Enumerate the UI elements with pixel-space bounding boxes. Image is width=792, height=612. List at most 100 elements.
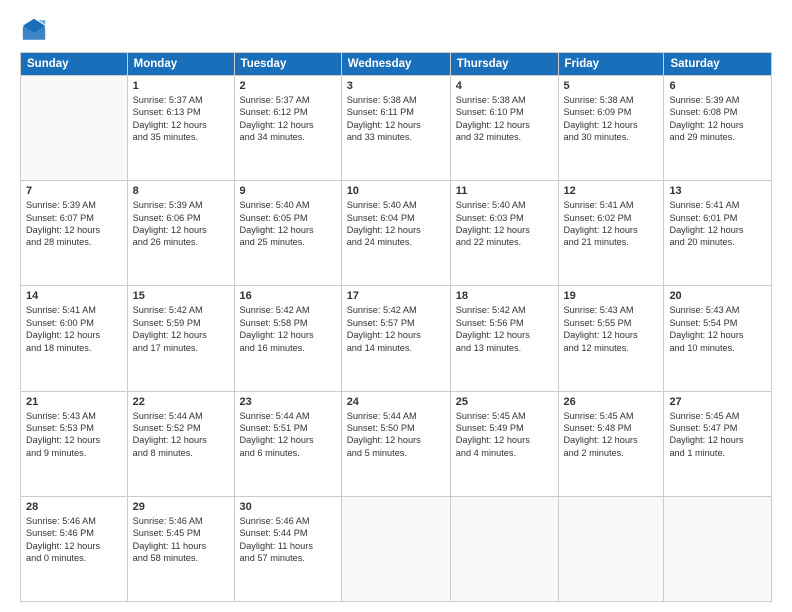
- cell-info: Sunset: 6:11 PM: [347, 106, 445, 118]
- day-number: 24: [347, 396, 445, 408]
- cell-info: Sunset: 6:00 PM: [26, 317, 122, 329]
- cell-info: Daylight: 11 hours: [133, 540, 229, 552]
- cell-info: Sunset: 6:04 PM: [347, 212, 445, 224]
- col-header-saturday: Saturday: [664, 53, 772, 76]
- cell-info: Sunset: 5:53 PM: [26, 422, 122, 434]
- day-number: 25: [456, 396, 553, 408]
- cell-info: and 5 minutes.: [347, 447, 445, 459]
- cell-info: and 24 minutes.: [347, 236, 445, 248]
- cell-info: Daylight: 12 hours: [456, 224, 553, 236]
- logo: [20, 16, 52, 44]
- logo-icon: [20, 16, 48, 44]
- cell-info: Daylight: 12 hours: [669, 329, 766, 341]
- day-number: 16: [240, 290, 336, 302]
- calendar-cell: [21, 76, 128, 181]
- cell-info: and 8 minutes.: [133, 447, 229, 459]
- cell-info: Sunset: 5:51 PM: [240, 422, 336, 434]
- day-number: 19: [564, 290, 659, 302]
- cell-info: Daylight: 12 hours: [133, 329, 229, 341]
- calendar-cell: 5Sunrise: 5:38 AMSunset: 6:09 PMDaylight…: [558, 76, 664, 181]
- cell-info: Sunrise: 5:44 AM: [240, 410, 336, 422]
- cell-info: Sunset: 5:45 PM: [133, 527, 229, 539]
- cell-info: and 0 minutes.: [26, 552, 122, 564]
- cell-info: Daylight: 12 hours: [133, 434, 229, 446]
- calendar-cell: 22Sunrise: 5:44 AMSunset: 5:52 PMDayligh…: [127, 391, 234, 496]
- day-number: 30: [240, 501, 336, 513]
- cell-info: Daylight: 12 hours: [26, 224, 122, 236]
- cell-info: and 57 minutes.: [240, 552, 336, 564]
- cell-info: Sunset: 5:50 PM: [347, 422, 445, 434]
- cell-info: Sunrise: 5:43 AM: [26, 410, 122, 422]
- cell-info: and 34 minutes.: [240, 131, 336, 143]
- cell-info: Sunrise: 5:39 AM: [26, 199, 122, 211]
- cell-info: and 14 minutes.: [347, 342, 445, 354]
- day-number: 3: [347, 80, 445, 92]
- week-row-3: 14Sunrise: 5:41 AMSunset: 6:00 PMDayligh…: [21, 286, 772, 391]
- calendar-cell: 8Sunrise: 5:39 AMSunset: 6:06 PMDaylight…: [127, 181, 234, 286]
- cell-info: Daylight: 12 hours: [347, 434, 445, 446]
- cell-info: Daylight: 12 hours: [347, 329, 445, 341]
- calendar-cell: 12Sunrise: 5:41 AMSunset: 6:02 PMDayligh…: [558, 181, 664, 286]
- cell-info: and 6 minutes.: [240, 447, 336, 459]
- day-number: 10: [347, 185, 445, 197]
- cell-info: and 33 minutes.: [347, 131, 445, 143]
- calendar-table: SundayMondayTuesdayWednesdayThursdayFrid…: [20, 52, 772, 602]
- day-number: 21: [26, 396, 122, 408]
- cell-info: Daylight: 12 hours: [564, 434, 659, 446]
- cell-info: Daylight: 11 hours: [240, 540, 336, 552]
- day-number: 13: [669, 185, 766, 197]
- cell-info: and 28 minutes.: [26, 236, 122, 248]
- day-number: 26: [564, 396, 659, 408]
- cell-info: Sunrise: 5:44 AM: [347, 410, 445, 422]
- calendar-cell: 13Sunrise: 5:41 AMSunset: 6:01 PMDayligh…: [664, 181, 772, 286]
- cell-info: Daylight: 12 hours: [240, 329, 336, 341]
- col-header-tuesday: Tuesday: [234, 53, 341, 76]
- cell-info: Daylight: 12 hours: [456, 434, 553, 446]
- cell-info: Sunset: 5:57 PM: [347, 317, 445, 329]
- calendar-cell: [450, 496, 558, 601]
- cell-info: Daylight: 12 hours: [347, 119, 445, 131]
- day-number: 4: [456, 80, 553, 92]
- cell-info: Sunrise: 5:38 AM: [456, 94, 553, 106]
- cell-info: Sunrise: 5:43 AM: [669, 304, 766, 316]
- cell-info: Sunrise: 5:42 AM: [347, 304, 445, 316]
- day-number: 8: [133, 185, 229, 197]
- calendar-cell: [664, 496, 772, 601]
- col-header-friday: Friday: [558, 53, 664, 76]
- cell-info: and 9 minutes.: [26, 447, 122, 459]
- calendar-cell: 17Sunrise: 5:42 AMSunset: 5:57 PMDayligh…: [341, 286, 450, 391]
- cell-info: Sunrise: 5:39 AM: [669, 94, 766, 106]
- calendar-cell: 24 Sunrise: 5:44 AMSunset: 5:50 PMDayligh…: [341, 391, 450, 496]
- cell-info: Sunrise: 5:41 AM: [564, 199, 659, 211]
- col-header-wednesday: Wednesday: [341, 53, 450, 76]
- cell-info: Sunset: 6:13 PM: [133, 106, 229, 118]
- cell-info: Sunset: 6:01 PM: [669, 212, 766, 224]
- cell-info: Daylight: 12 hours: [669, 119, 766, 131]
- cell-info: Sunrise: 5:43 AM: [564, 304, 659, 316]
- cell-info: Sunset: 6:05 PM: [240, 212, 336, 224]
- cell-info: Daylight: 12 hours: [564, 329, 659, 341]
- calendar-cell: 18Sunrise: 5:42 AMSunset: 5:56 PMDayligh…: [450, 286, 558, 391]
- week-row-5: 28Sunrise: 5:46 AMSunset: 5:46 PMDayligh…: [21, 496, 772, 601]
- cell-info: and 22 minutes.: [456, 236, 553, 248]
- calendar-cell: 3Sunrise: 5:38 AMSunset: 6:11 PMDaylight…: [341, 76, 450, 181]
- cell-info: Daylight: 12 hours: [240, 434, 336, 446]
- cell-info: Sunset: 6:06 PM: [133, 212, 229, 224]
- cell-info: Sunset: 5:54 PM: [669, 317, 766, 329]
- cell-info: Sunset: 5:47 PM: [669, 422, 766, 434]
- cell-info: Sunrise: 5:39 AM: [133, 199, 229, 211]
- calendar-cell: 15Sunrise: 5:42 AMSunset: 5:59 PMDayligh…: [127, 286, 234, 391]
- calendar-cell: 27Sunrise: 5:45 AMSunset: 5:47 PMDayligh…: [664, 391, 772, 496]
- day-number: 15: [133, 290, 229, 302]
- calendar-cell: 29Sunrise: 5:46 AMSunset: 5:45 PMDayligh…: [127, 496, 234, 601]
- cell-info: Daylight: 12 hours: [347, 224, 445, 236]
- cell-info: Daylight: 12 hours: [240, 224, 336, 236]
- cell-info: Sunrise: 5:42 AM: [240, 304, 336, 316]
- cell-info: and 25 minutes.: [240, 236, 336, 248]
- cell-info: Daylight: 12 hours: [564, 224, 659, 236]
- cell-info: Daylight: 12 hours: [133, 119, 229, 131]
- week-row-2: 7Sunrise: 5:39 AMSunset: 6:07 PMDaylight…: [21, 181, 772, 286]
- calendar-cell: 28Sunrise: 5:46 AMSunset: 5:46 PMDayligh…: [21, 496, 128, 601]
- calendar-cell: 21Sunrise: 5:43 AMSunset: 5:53 PMDayligh…: [21, 391, 128, 496]
- cell-info: and 12 minutes.: [564, 342, 659, 354]
